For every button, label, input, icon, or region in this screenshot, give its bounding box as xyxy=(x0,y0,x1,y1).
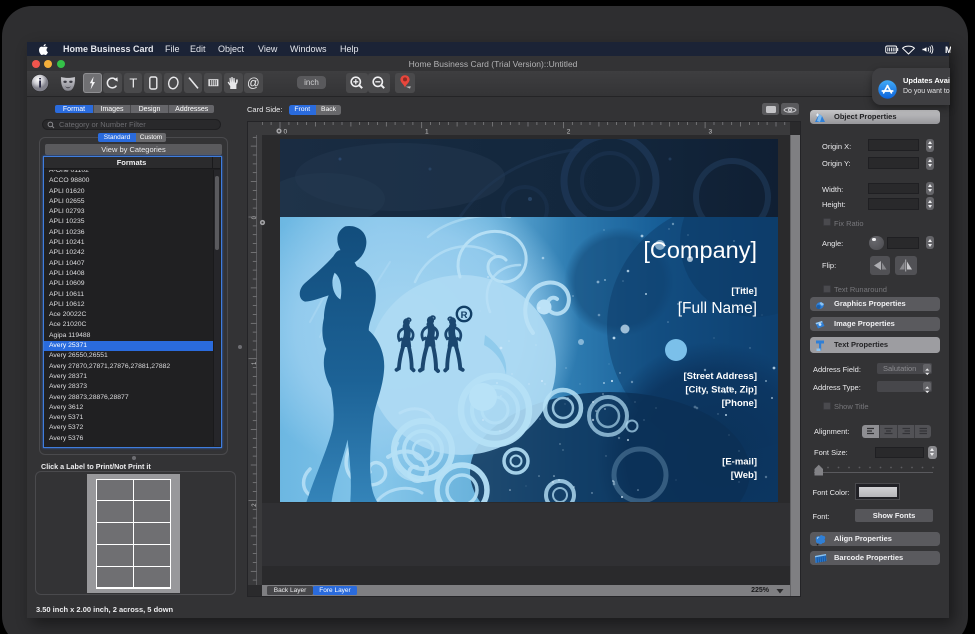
svg-text:1: 1 xyxy=(425,129,429,136)
svg-text:[E-mail]: [E-mail] xyxy=(722,457,757,468)
svg-text:R: R xyxy=(461,310,468,321)
svg-text:@: @ xyxy=(247,76,260,90)
svg-text:[Title]: [Title] xyxy=(731,286,757,297)
svg-text:3: 3 xyxy=(709,129,713,136)
svg-text:i: i xyxy=(38,75,42,90)
svg-text:[Company]: [Company] xyxy=(643,237,757,263)
svg-text:T: T xyxy=(129,75,137,90)
svg-text:0: 0 xyxy=(284,129,288,136)
svg-text:2: 2 xyxy=(567,129,571,136)
svg-text:[Street Address]: [Street Address] xyxy=(683,371,757,382)
svg-text:[Phone]: [Phone] xyxy=(722,398,757,409)
svg-text:M: M xyxy=(945,45,951,55)
svg-text:[Web]: [Web] xyxy=(731,470,757,481)
svg-text:[Full Name]: [Full Name] xyxy=(678,300,757,317)
svg-text:[City, State, Zip]: [City, State, Zip] xyxy=(685,385,757,396)
